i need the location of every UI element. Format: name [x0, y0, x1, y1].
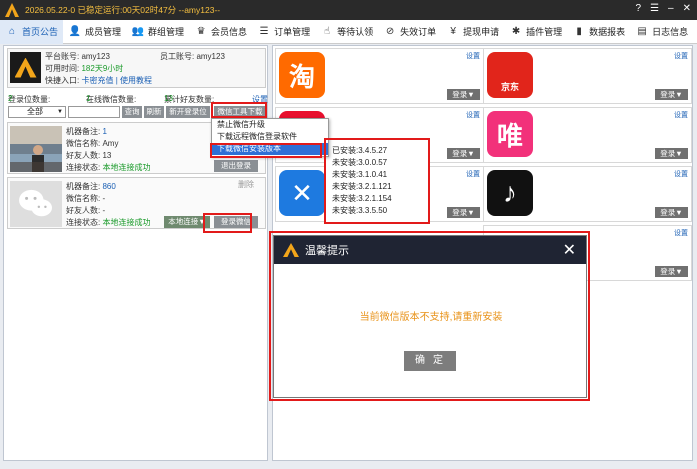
- menu-item-9[interactable]: ▮ 数据报表: [567, 20, 630, 44]
- dialog-close-icon[interactable]: ✕: [563, 240, 576, 260]
- log-icon: ▤: [637, 26, 647, 37]
- highlight-box: [324, 138, 430, 224]
- refresh-button[interactable]: 刷新: [144, 106, 164, 118]
- main-menu: ⌂ 首页公告 👤 成员管理 👥 群组管理 ♛ 会员信息 ☰ 订单管理 ☝ 等待认领 ⊘ 失效订单 ¥ 提现申请…: [0, 19, 697, 44]
- menu-item-0[interactable]: ⌂ 首页公告: [0, 19, 64, 44]
- app-logo-icon: [5, 3, 19, 17]
- dialog-logo-icon: [283, 243, 299, 257]
- menu-label: 提现申请: [463, 27, 500, 37]
- menu-label: 订单管理: [274, 27, 311, 37]
- crown-icon: ♛: [196, 26, 206, 37]
- close-icon[interactable]: ✕: [683, 3, 691, 14]
- menu-label: 等待认领: [337, 27, 374, 37]
- douyin-icon: ♪: [487, 170, 533, 216]
- platform-tile-vip: 唯 设置 登录▼: [483, 107, 692, 163]
- filter-select[interactable]: 全部: [8, 106, 66, 118]
- avatar: [10, 52, 41, 83]
- menu-item-3[interactable]: ♛ 会员信息: [189, 20, 252, 44]
- staff-account: 员工账号: amy123: [160, 52, 225, 61]
- available-time: 可用时间: 182天9小时: [45, 64, 124, 73]
- plugin-icon: ✱: [511, 26, 521, 37]
- tile-login-button[interactable]: 登录▼: [447, 207, 480, 218]
- menu-item-2[interactable]: 👥 群组管理: [126, 20, 189, 44]
- tile-login-button[interactable]: 登录▼: [447, 148, 480, 159]
- menu-icon[interactable]: ☰: [650, 3, 659, 14]
- platform-tile-douyin: ♪ 设置 登录▼: [483, 166, 692, 222]
- recharge-link[interactable]: 卡密充值: [81, 76, 113, 85]
- taobao-icon: 淘: [279, 52, 325, 98]
- logout-button[interactable]: 退出登录: [214, 160, 258, 172]
- order-icon: ☰: [259, 26, 269, 37]
- platform-tile-jd: 京东 设置 登录▼: [483, 48, 692, 104]
- window-title: 2026.05.22-0 已稳定运行:00天02时47分 --amy123--: [25, 5, 221, 15]
- highlight-box: [210, 143, 322, 158]
- tile-settings-link[interactable]: 设置: [674, 110, 688, 120]
- highlight-box: [211, 102, 267, 118]
- platform-account: 平台账号: amy123: [45, 52, 110, 61]
- person-icon: 👤: [68, 26, 82, 37]
- vip-icon: 唯: [487, 111, 533, 157]
- tile-login-button[interactable]: 登录▼: [655, 148, 688, 159]
- menu-label: 插件管理: [526, 27, 563, 37]
- group-icon: 👥: [131, 26, 145, 37]
- invalid-order-icon: ⊘: [385, 26, 395, 37]
- menu-item-download-remote-login[interactable]: 下载远程微信登录软件: [212, 131, 328, 143]
- menu-label: 成员管理: [85, 27, 122, 37]
- tile-login-button[interactable]: 登录▼: [655, 89, 688, 100]
- dialog-title: 温馨提示: [305, 245, 349, 257]
- menu-item-10[interactable]: ▤ 日志信息: [630, 20, 693, 44]
- menu-label: 群组管理: [148, 27, 185, 37]
- tile-settings-link[interactable]: 设置: [466, 169, 480, 179]
- tile-login-button[interactable]: 登录▼: [447, 89, 480, 100]
- menu-item-6[interactable]: ⊘ 失效订单: [378, 20, 441, 44]
- menu-item-8[interactable]: ✱ 插件管理: [504, 20, 567, 44]
- menu-label: 首页公告: [22, 27, 59, 37]
- account-box: 平台账号: amy123 员工账号: amy123 可用时间: 182天9小时 …: [7, 48, 266, 88]
- menu-item-1[interactable]: 👤 成员管理: [63, 20, 126, 44]
- cross-app-icon: ✕: [279, 170, 325, 216]
- wechat-avatar-photo: [10, 126, 62, 172]
- menu-item-7[interactable]: ¥ 提现申请: [441, 20, 504, 44]
- hand-icon: ☝: [324, 26, 331, 37]
- tutorial-link[interactable]: 使用教程: [120, 76, 152, 85]
- notice-dialog: 温馨提示 ✕ 当前微信版本不支持,请重新安装 确定: [273, 235, 587, 398]
- menu-label: 会员信息: [211, 27, 248, 37]
- tile-settings-link[interactable]: 设置: [674, 51, 688, 61]
- menu-label: 失效订单: [400, 27, 437, 37]
- dialog-ok-button[interactable]: 确定: [404, 351, 456, 371]
- tile-login-button[interactable]: 登录▼: [655, 266, 688, 277]
- highlight-box: [203, 213, 252, 233]
- tile-settings-link[interactable]: 设置: [466, 51, 480, 61]
- menu-label: 数据报表: [589, 27, 626, 37]
- connection-status: 本地连接成功: [102, 163, 151, 172]
- withdraw-icon: ¥: [450, 26, 456, 37]
- wechat-default-avatar-icon: [10, 181, 62, 227]
- search-input[interactable]: [68, 106, 120, 118]
- menu-item-4[interactable]: ☰ 订单管理: [252, 20, 315, 44]
- menu-item-5[interactable]: ☝ 等待认领: [315, 20, 378, 44]
- help-icon[interactable]: ?: [636, 3, 642, 14]
- quick-entry: 快捷入口: 卡密充值 | 使用教程: [45, 76, 153, 85]
- jd-icon: 京东: [487, 52, 533, 98]
- dialog-header: 温馨提示 ✕: [274, 236, 586, 264]
- title-bar: 2026.05.22-0 已稳定运行:00天02时47分 --amy123-- …: [0, 0, 697, 20]
- minimize-icon[interactable]: –: [668, 3, 674, 14]
- tile-settings-link[interactable]: 设置: [466, 110, 480, 120]
- query-button[interactable]: 查询: [122, 106, 142, 118]
- new-slot-button[interactable]: 新开登录位: [166, 106, 210, 118]
- chart-icon: ▮: [576, 26, 582, 37]
- delete-link[interactable]: 删除: [238, 179, 254, 190]
- menu-label: 日志信息: [652, 27, 689, 37]
- menu-item-disable-upgrade[interactable]: 禁止微信升级: [212, 119, 328, 131]
- platform-tile-taobao: 淘 设置 登录▼: [275, 48, 484, 104]
- tile-settings-link[interactable]: 设置: [674, 169, 688, 179]
- home-icon: ⌂: [8, 26, 16, 37]
- tile-settings-link[interactable]: 设置: [674, 228, 688, 238]
- dialog-message: 当前微信版本不支持,请重新安装: [359, 312, 503, 323]
- tile-login-button[interactable]: 登录▼: [655, 207, 688, 218]
